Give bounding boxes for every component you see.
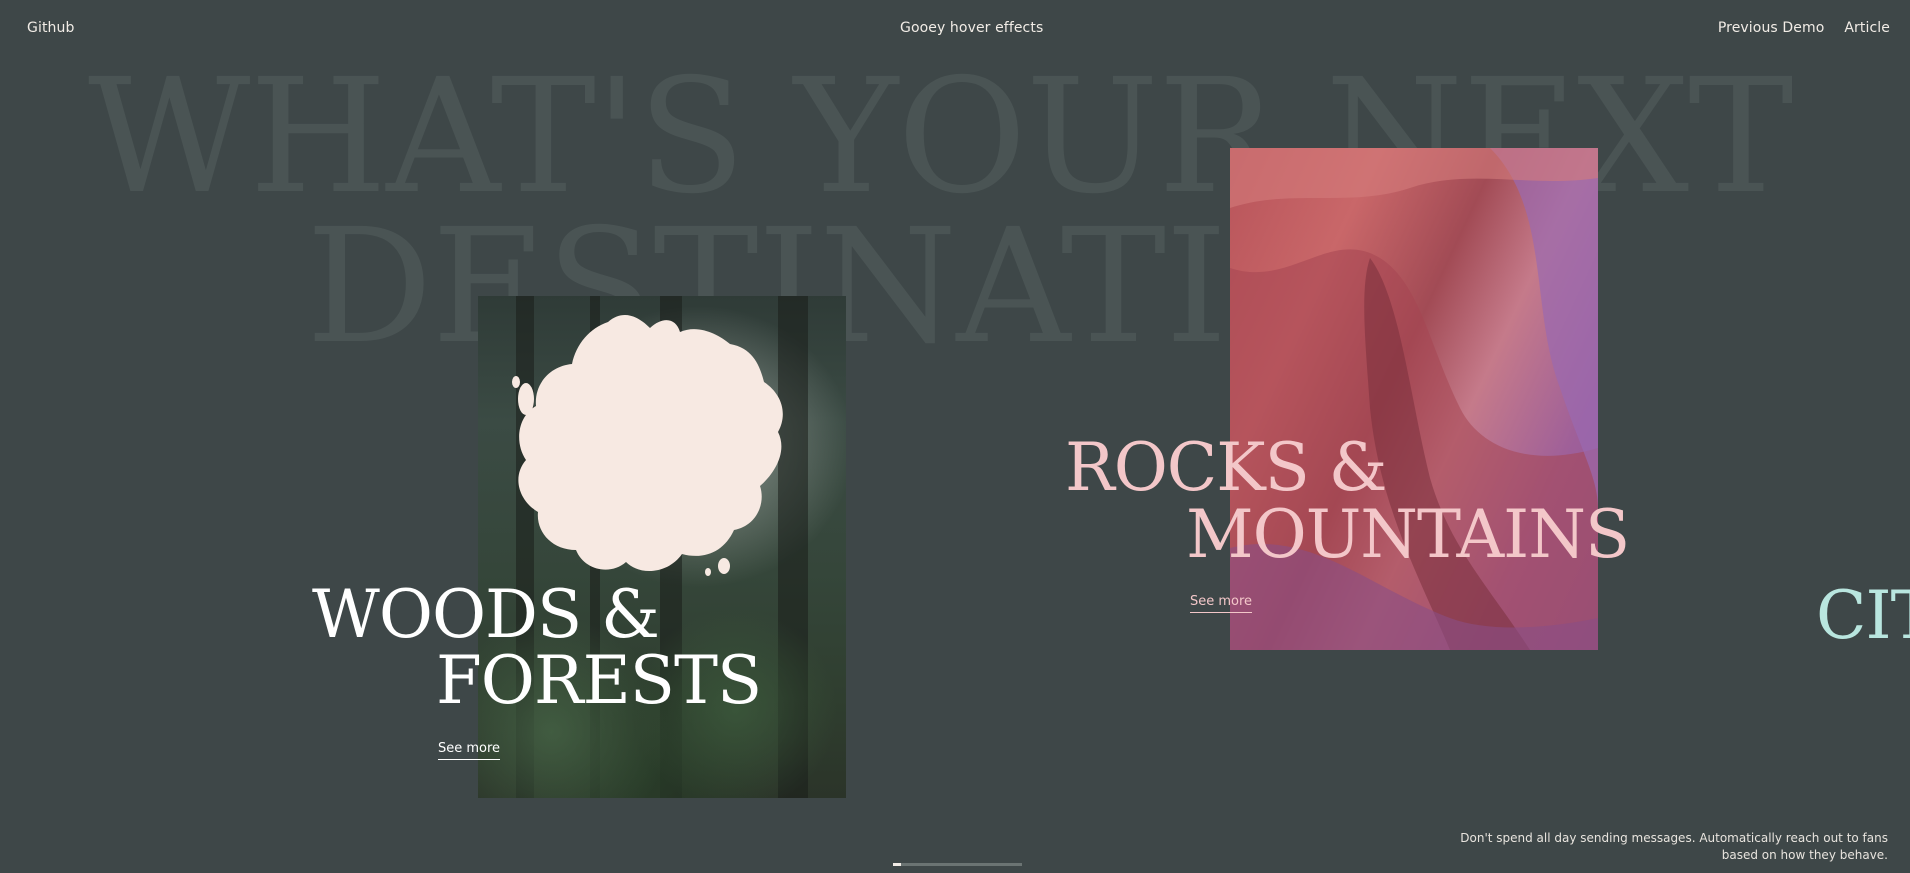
card-rocks-mountains-image[interactable] bbox=[1230, 148, 1598, 650]
github-link[interactable]: Github bbox=[27, 20, 74, 36]
scroll-progress-track[interactable] bbox=[893, 863, 1022, 866]
card-title-rocks-line-1: ROCKS & bbox=[1065, 429, 1388, 506]
page-title: Gooey hover effects bbox=[900, 20, 1044, 36]
page: Github Gooey hover effects Previous Demo… bbox=[0, 0, 1910, 873]
previous-demo-link[interactable]: Previous Demo bbox=[1718, 20, 1825, 36]
canyon-waves bbox=[1230, 148, 1598, 650]
article-link[interactable]: Article bbox=[1844, 20, 1890, 36]
see-more-rocks-link[interactable]: See more bbox=[1190, 594, 1253, 613]
card-title-rocks-line-2: MOUNTAINS bbox=[1186, 496, 1630, 573]
card-title-woods-line-1: WOODS & bbox=[312, 576, 660, 653]
promo-text: Don't spend all day sending messages. Au… bbox=[1460, 831, 1888, 862]
card-title-woods-line-2: FORESTS bbox=[436, 642, 762, 719]
see-more-woods-link[interactable]: See more bbox=[438, 741, 501, 760]
card-woods-forests-image[interactable] bbox=[478, 296, 846, 798]
top-nav: Previous Demo Article bbox=[1718, 20, 1890, 36]
scroll-progress-thumb[interactable] bbox=[893, 863, 901, 866]
card-title-cities-partial[interactable]: CIT bbox=[1816, 583, 1910, 649]
